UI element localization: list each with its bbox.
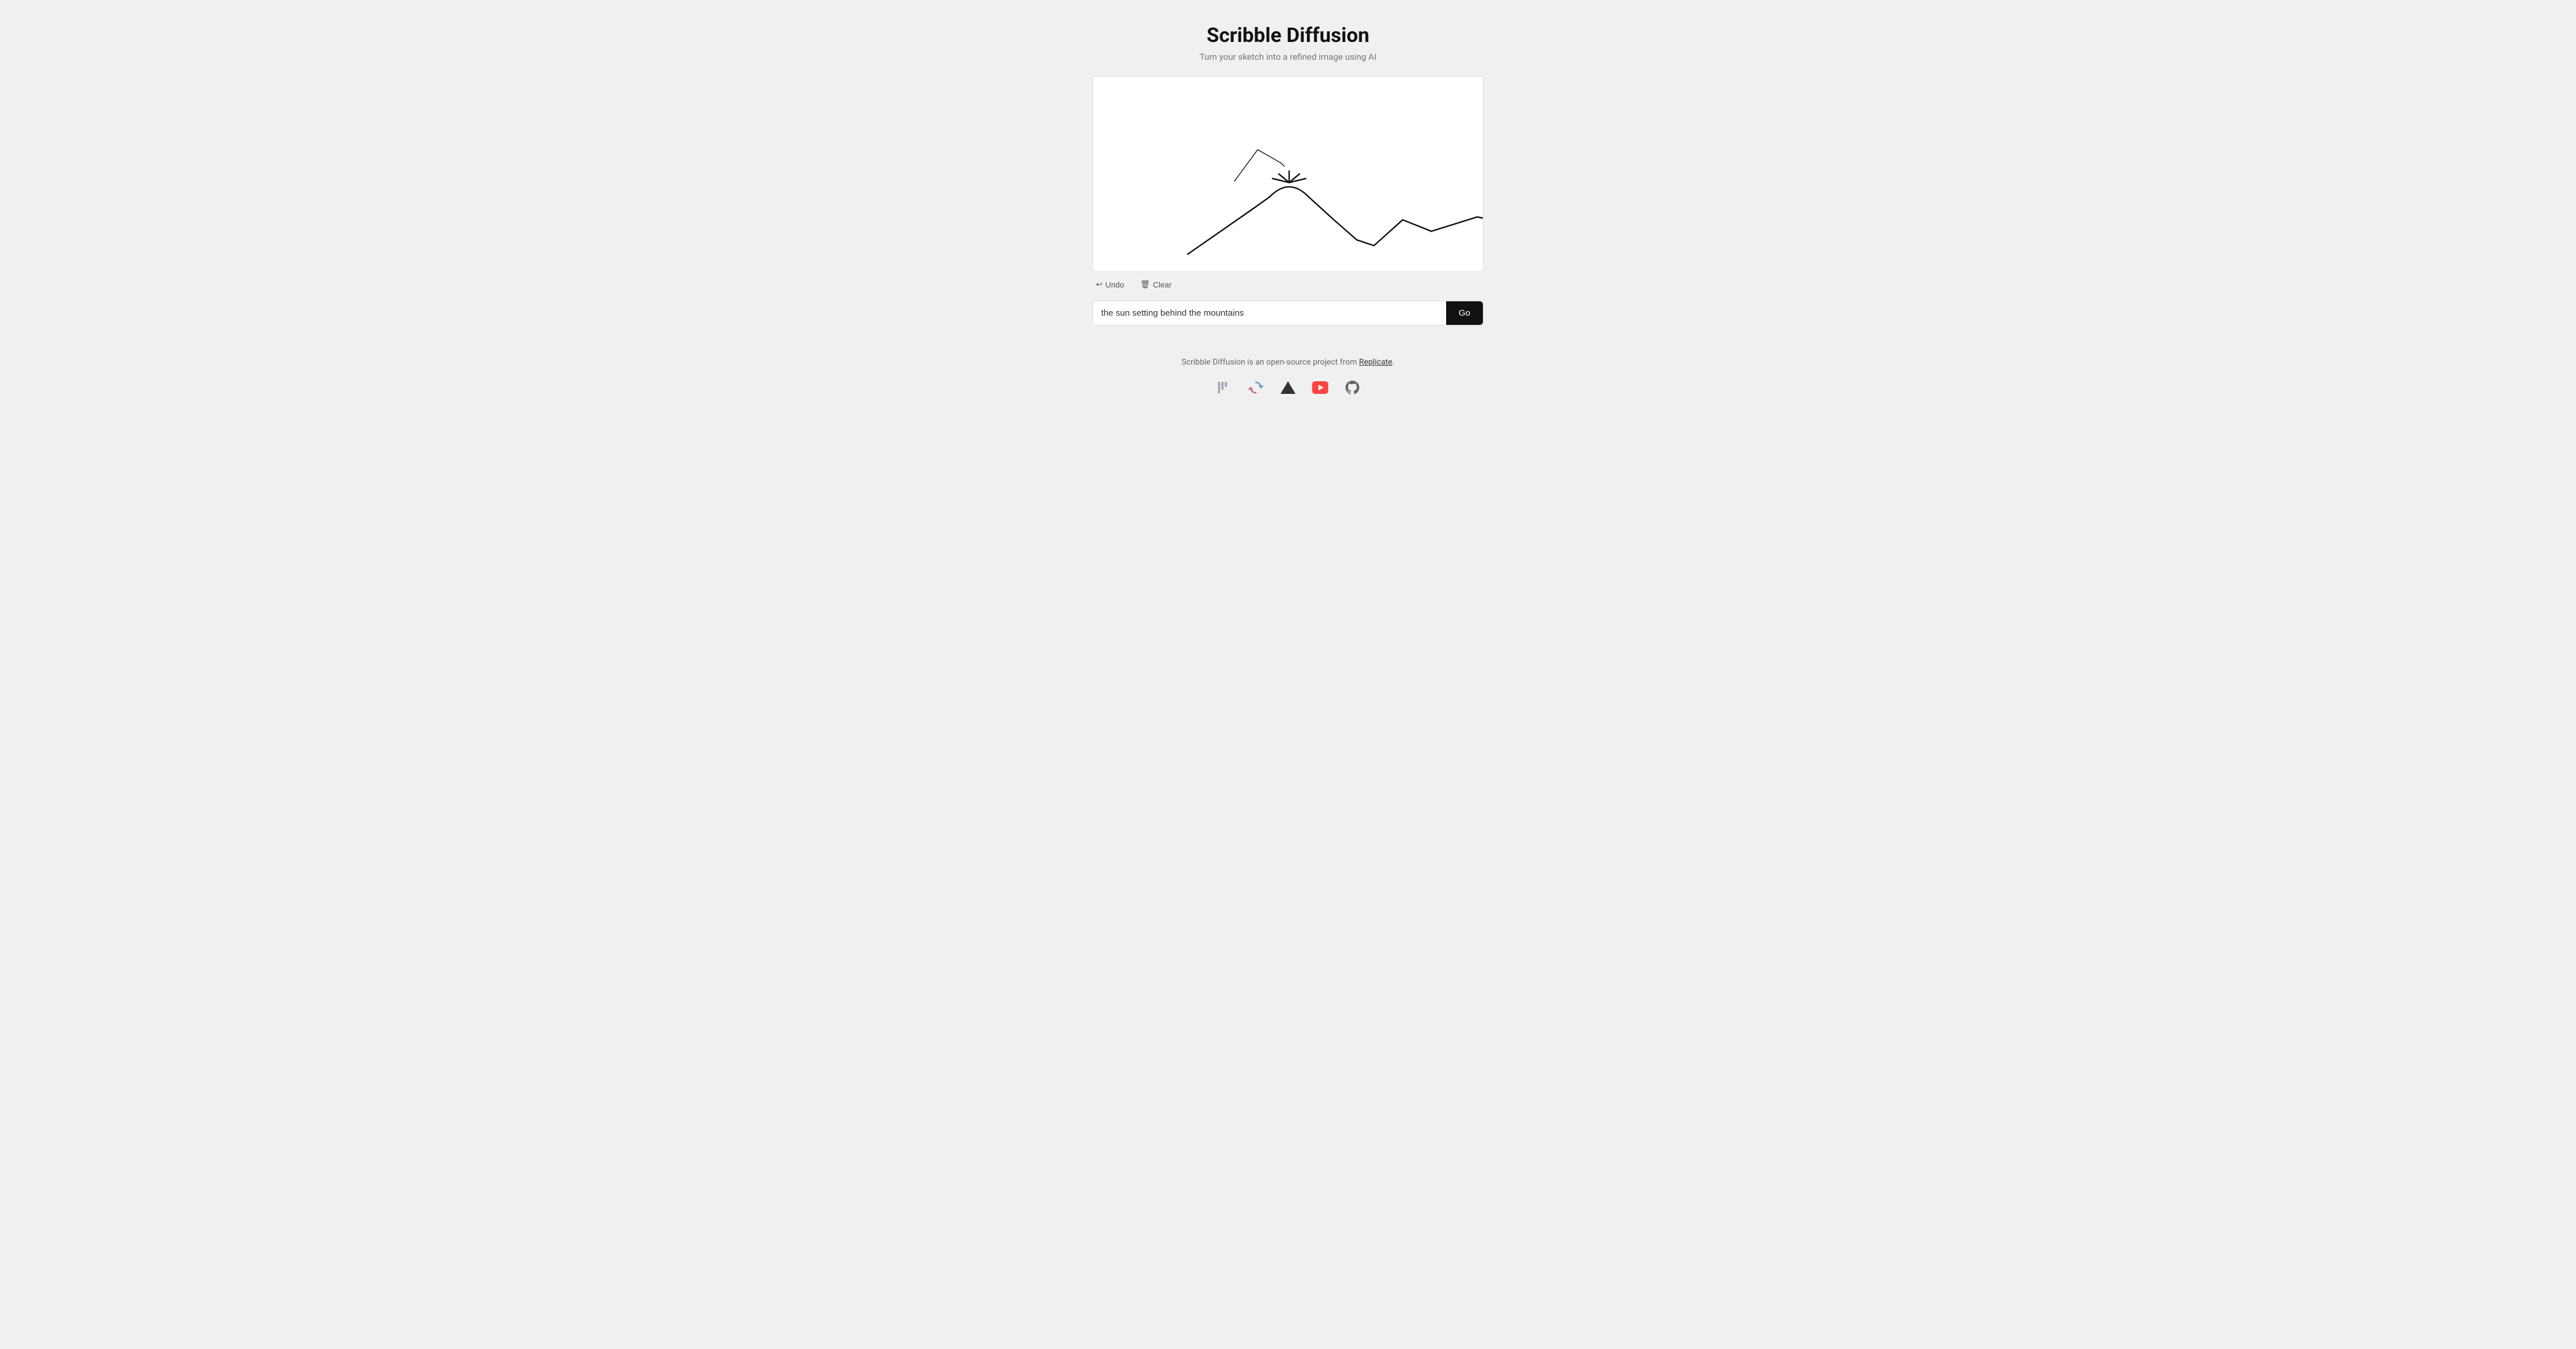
sketch-canvas-wrapper[interactable] [1092, 76, 1483, 272]
clear-button[interactable]: 🗑 Clear [1137, 278, 1175, 292]
undo-label: Undo [1105, 281, 1124, 289]
github-icon [1345, 380, 1360, 395]
footer-text-after: . [1393, 358, 1395, 367]
footer-text-before: Scribble Diffusion is an open-source pro… [1182, 358, 1359, 367]
prompt-input[interactable] [1093, 301, 1446, 325]
vercel-icon [1281, 381, 1295, 394]
github-footer-icon[interactable] [1343, 378, 1362, 397]
footer-icons [1214, 378, 1362, 397]
footer-text: Scribble Diffusion is an open-source pro… [1182, 358, 1394, 367]
cycle-footer-icon[interactable] [1247, 378, 1265, 397]
undo-button[interactable]: ↩ Undo [1092, 278, 1128, 292]
clear-icon: 🗑 [1140, 280, 1150, 289]
prompt-row: Go [1092, 301, 1483, 325]
undo-icon: ↩ [1096, 280, 1102, 289]
replicate-icon [1216, 380, 1231, 395]
cycle-icon [1248, 380, 1263, 395]
youtube-footer-icon[interactable] [1311, 378, 1329, 397]
page-subtitle: Turn your sketch into a refined image us… [1199, 52, 1376, 62]
vercel-footer-icon[interactable] [1279, 378, 1297, 397]
replicate-link[interactable]: Replicate [1359, 358, 1393, 367]
clear-label: Clear [1153, 281, 1171, 289]
main-container: Scribble Diffusion Turn your sketch into… [1092, 23, 1483, 397]
youtube-icon [1312, 381, 1328, 394]
go-button[interactable]: Go [1446, 301, 1483, 325]
replicate-footer-icon[interactable] [1214, 378, 1233, 397]
sketch-canvas[interactable] [1093, 76, 1483, 271]
page-title: Scribble Diffusion [1207, 23, 1370, 47]
canvas-controls: ↩ Undo 🗑 Clear [1092, 278, 1175, 292]
